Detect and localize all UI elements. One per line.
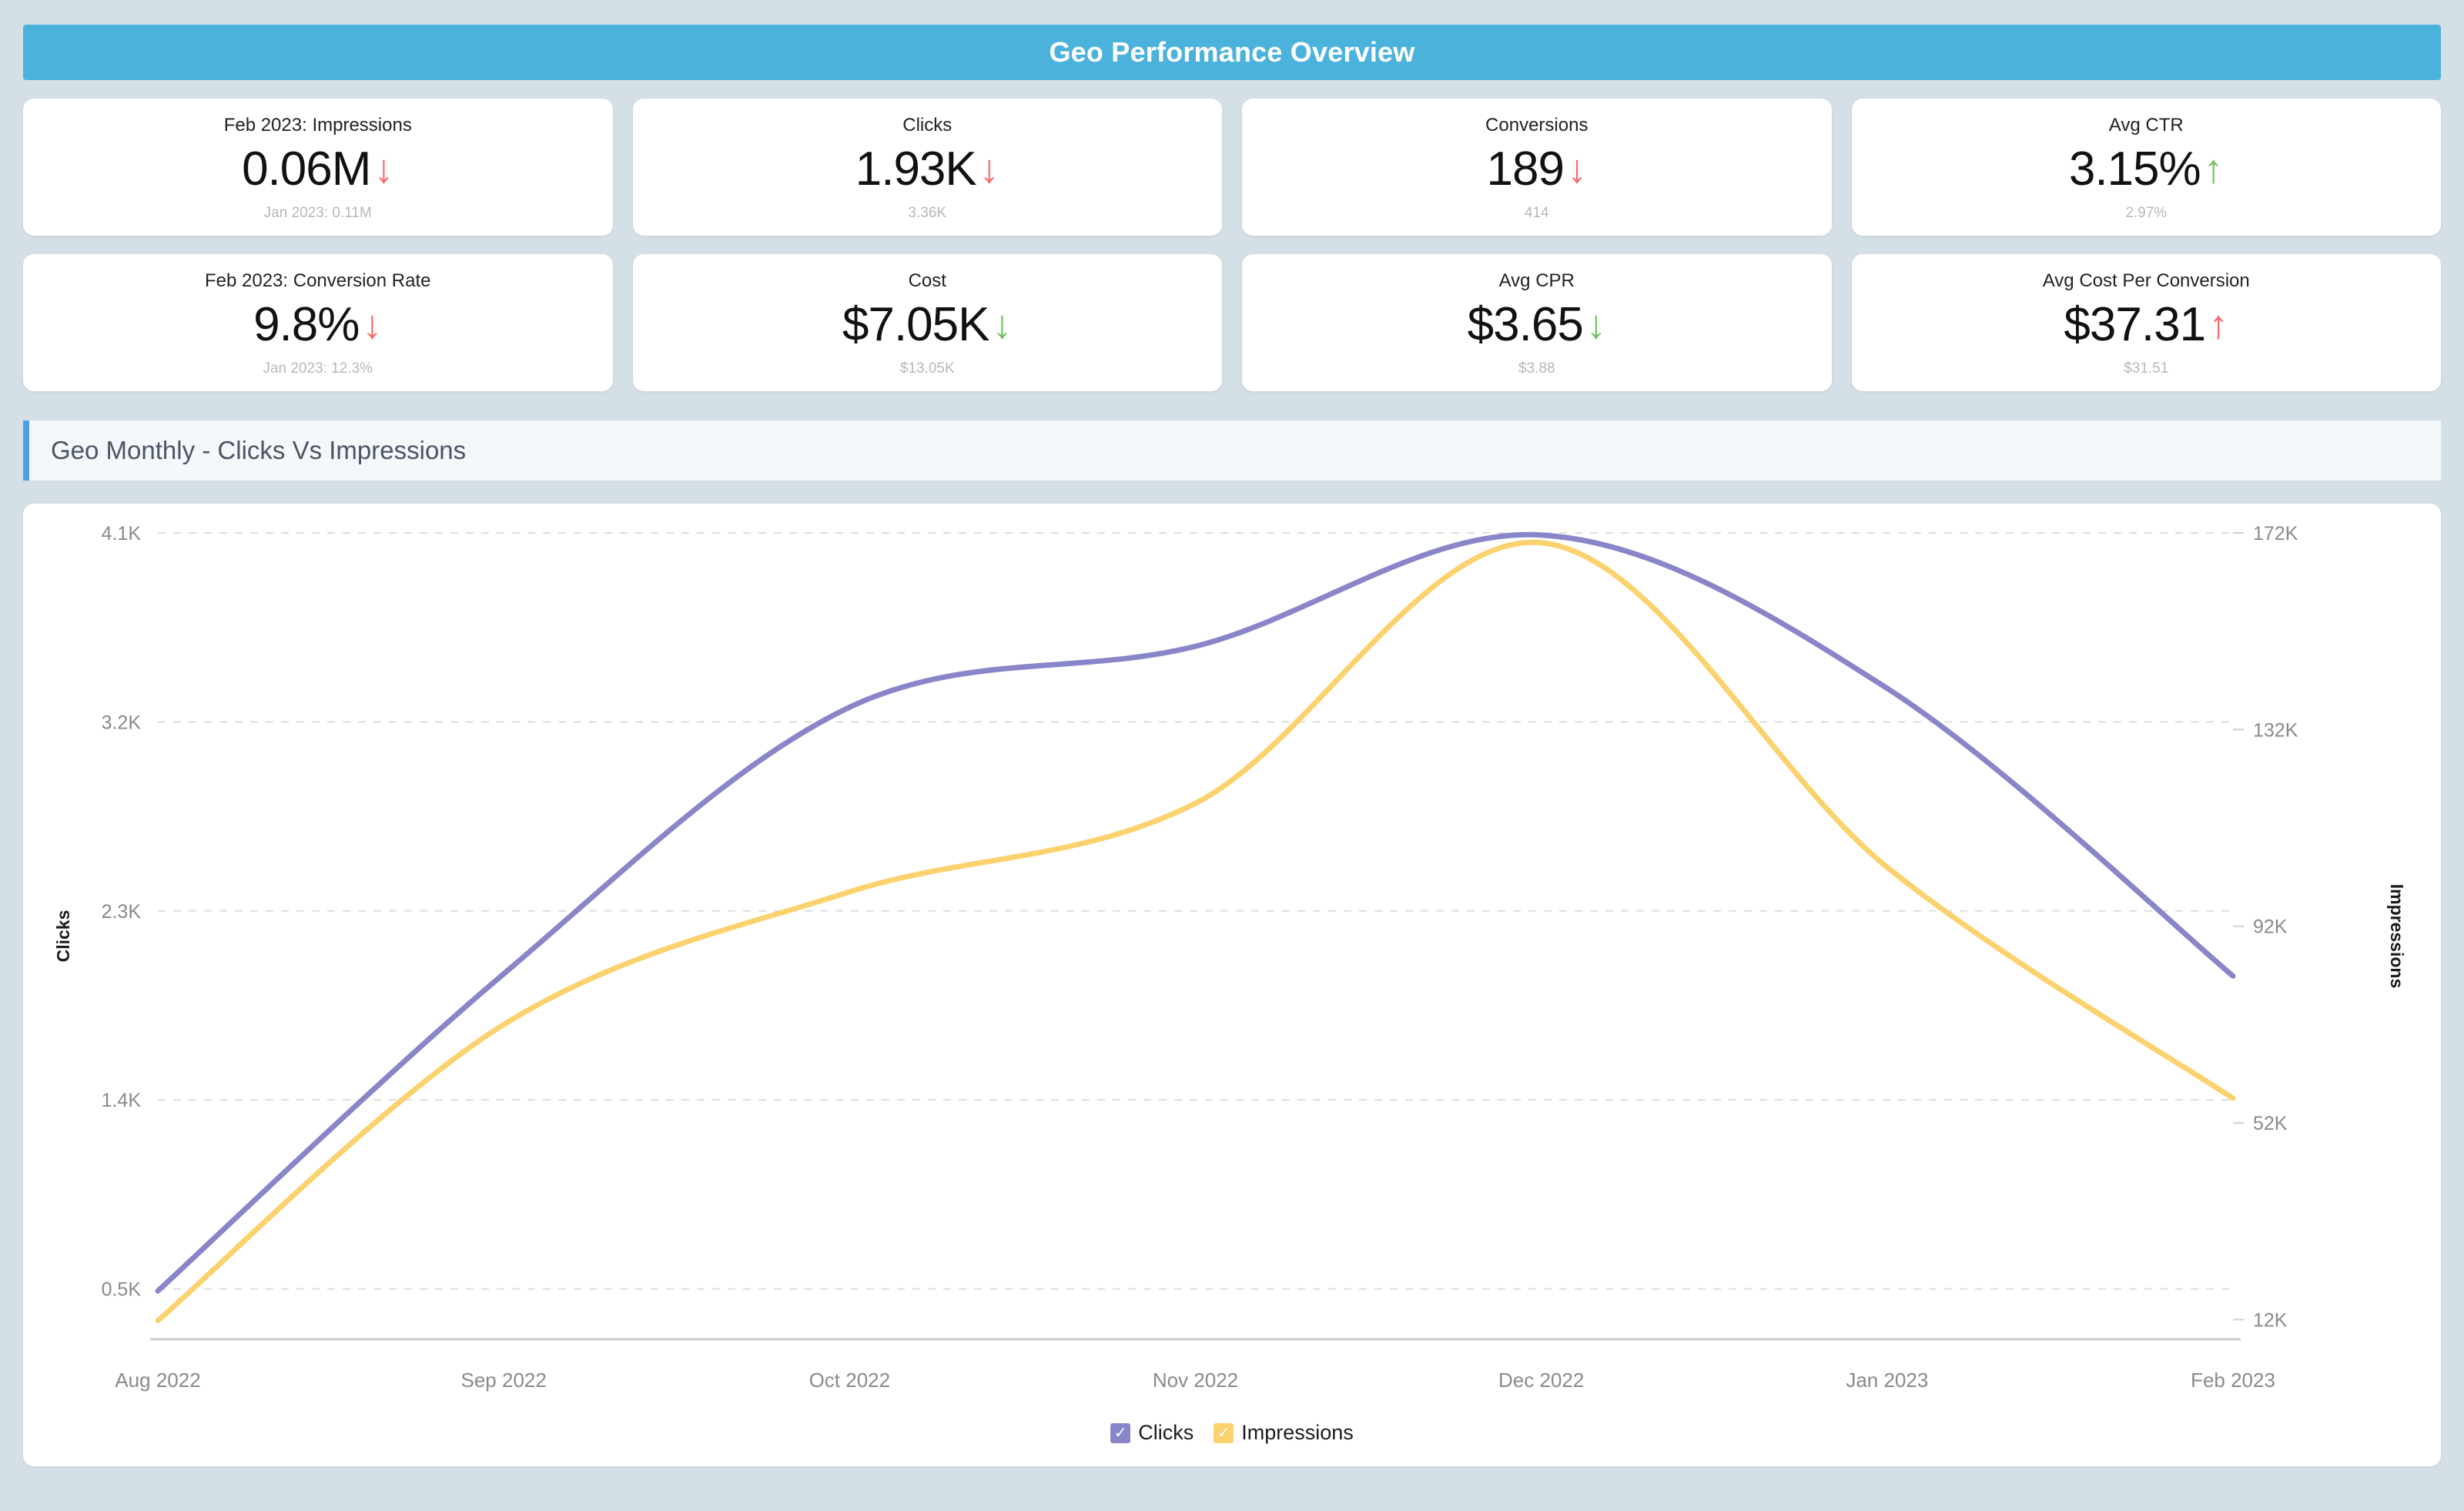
kpi-value-row: $3.65 ↓ (1468, 296, 1606, 354)
kpi-value: $7.05K (842, 298, 990, 352)
trend-down-arrow-icon: ↓ (362, 303, 383, 348)
trend-down-arrow-icon: ↓ (1585, 303, 1606, 348)
y2-axis-tick-label: 92K (2253, 916, 2288, 938)
kpi-row-top: Feb 2023: Impressions 0.06M ↓ Jan 2023: … (23, 99, 2441, 236)
section-accent-bar (23, 420, 29, 481)
x-axis-tick-label: Oct 2022 (809, 1369, 891, 1392)
kpi-comparison: $13.05K (899, 360, 955, 377)
x-axis-tick-label: Sep 2022 (461, 1369, 547, 1392)
kpi-comparison: $3.88 (1518, 360, 1555, 377)
legend-label-impressions: Impressions (1241, 1421, 1354, 1444)
x-axis-tick-label: Dec 2022 (1498, 1369, 1584, 1392)
kpi-label: Cost (908, 270, 946, 291)
trend-up-arrow-icon: ↑ (2203, 147, 2224, 193)
kpi-value: 3.15% (2068, 142, 2201, 196)
kpi-comparison: 2.97% (2125, 205, 2168, 221)
kpi-value-row: 9.8% ↓ (253, 296, 382, 354)
kpi-value: $3.65 (1467, 298, 1584, 352)
page-title: Geo Performance Overview (1049, 36, 1415, 68)
kpi-card-cost[interactable]: Cost $7.05K ↓ $13.05K (632, 254, 1222, 391)
y2-axis-tick-label: 12K (2253, 1309, 2288, 1331)
kpi-label: Avg CTR (2108, 115, 2184, 136)
chart-panel-clicks-vs-impressions[interactable]: 0.5K 1.4K 2.3K 3.2K 4.1K 12K 52K 92K 132K 172K Aug… (23, 504, 2441, 1466)
kpi-label: Clicks (902, 115, 952, 136)
x-axis-tick-label: Feb 2023 (2191, 1369, 2275, 1392)
y-axis-tick-label: 4.1K (102, 523, 142, 544)
series-line-impressions[interactable] (155, 539, 2236, 1324)
x-axis-tick-label: Nov 2022 (1153, 1369, 1238, 1392)
x-axis-tick-label: Aug 2022 (115, 1369, 200, 1392)
kpi-value: $37.31 (2064, 298, 2206, 352)
kpi-value-row: $37.31 ↑ (2064, 296, 2228, 354)
section-header-geo-monthly: Geo Monthly - Clicks Vs Impressions (23, 420, 2441, 481)
kpi-card-impressions[interactable]: Feb 2023: Impressions 0.06M ↓ Jan 2023: … (23, 99, 613, 236)
y-axis-title: Clicks (53, 910, 73, 963)
kpi-value-row: 3.15% ↑ (2069, 140, 2224, 199)
kpi-label: Feb 2023: Conversion Rate (204, 270, 431, 291)
kpi-card-avg-cpr[interactable]: Avg CPR $3.65 ↓ $3.88 (1242, 254, 1832, 391)
y-axis-tick-label: 1.4K (102, 1090, 142, 1111)
kpi-comparison: Jan 2023: 12.3% (263, 360, 373, 377)
dashboard-root: Geo Performance Overview Feb 2023: Impre… (0, 25, 2464, 1511)
dashboard-header: Geo Performance Overview (23, 25, 2441, 80)
trend-down-arrow-icon: ↓ (1566, 147, 1587, 193)
trend-down-arrow-icon: ↓ (979, 147, 999, 193)
y-axis-tick-label: 0.5K (102, 1279, 142, 1301)
x-axis-tick-label: Jan 2023 (1846, 1369, 1928, 1392)
kpi-value: 9.8% (253, 298, 360, 352)
y-axis-tick-label: 3.2K (102, 712, 142, 733)
kpi-label: Feb 2023: Impressions (223, 115, 412, 136)
y2-axis-tick-label: 172K (2253, 523, 2298, 544)
trend-down-arrow-icon: ↓ (373, 147, 394, 193)
kpi-value-row: 1.93K ↓ (855, 140, 999, 199)
kpi-comparison: 414 (1524, 205, 1549, 221)
kpi-card-conversions[interactable]: Conversions 189 ↓ 414 (1242, 99, 1832, 236)
kpi-label: Conversions (1485, 115, 1589, 136)
kpi-value: 1.93K (855, 142, 977, 196)
kpi-comparison: $31.51 (2124, 360, 2169, 377)
kpi-row-bottom: Feb 2023: Conversion Rate 9.8% ↓ Jan 202… (23, 254, 2441, 391)
trend-up-arrow-icon: ↑ (2208, 303, 2229, 348)
kpi-label: Avg Cost Per Conversion (2042, 270, 2250, 291)
kpi-comparison: 3.36K (908, 205, 947, 221)
y2-axis-tick-label: 132K (2253, 719, 2298, 741)
line-chart[interactable]: 0.5K 1.4K 2.3K 3.2K 4.1K 12K 52K 92K 132K 172K Aug… (23, 504, 2441, 1466)
kpi-value-row: 0.06M ↓ (242, 140, 393, 199)
legend-checkbox-impressions[interactable]: ✓ (1214, 1422, 1234, 1443)
kpi-comparison: Jan 2023: 0.11M (263, 205, 372, 221)
chart-canvas: 0.5K 1.4K 2.3K 3.2K 4.1K 12K 52K 92K 132K 172K Aug… (23, 504, 2441, 1466)
kpi-value: 189 (1486, 142, 1565, 196)
y-axis-tick-label: 2.3K (102, 901, 142, 923)
section-title: Geo Monthly - Clicks Vs Impressions (51, 436, 467, 464)
kpi-value-row: 189 ↓ (1487, 140, 1587, 199)
legend-item-impressions[interactable]: ✓ Impressions (1214, 1421, 1354, 1445)
series-line-clicks[interactable] (155, 531, 2236, 1294)
kpi-card-clicks[interactable]: Clicks 1.93K ↓ 3.36K (632, 99, 1222, 236)
y2-axis-tick-label: 52K (2253, 1113, 2288, 1134)
legend-label-clicks: Clicks (1138, 1421, 1194, 1444)
y2-axis-title: Impressions (2387, 884, 2407, 989)
legend-checkbox-clicks[interactable]: ✓ (1110, 1422, 1131, 1443)
kpi-value: 0.06M (242, 142, 371, 196)
kpi-label: Avg CPR (1498, 270, 1575, 291)
trend-down-arrow-icon: ↓ (992, 303, 1013, 348)
kpi-card-conversion-rate[interactable]: Feb 2023: Conversion Rate 9.8% ↓ Jan 202… (23, 254, 613, 391)
chart-legend: ✓ Clicks ✓ Impressions (23, 1421, 2441, 1445)
legend-item-clicks[interactable]: ✓ Clicks (1110, 1421, 1194, 1445)
kpi-card-avg-cost-per-conversion[interactable]: Avg Cost Per Conversion $37.31 ↑ $31.51 (1851, 254, 2441, 391)
kpi-card-avg-ctr[interactable]: Avg CTR 3.15% ↑ 2.97% (1851, 99, 2441, 236)
kpi-value-row: $7.05K ↓ (842, 296, 1013, 354)
